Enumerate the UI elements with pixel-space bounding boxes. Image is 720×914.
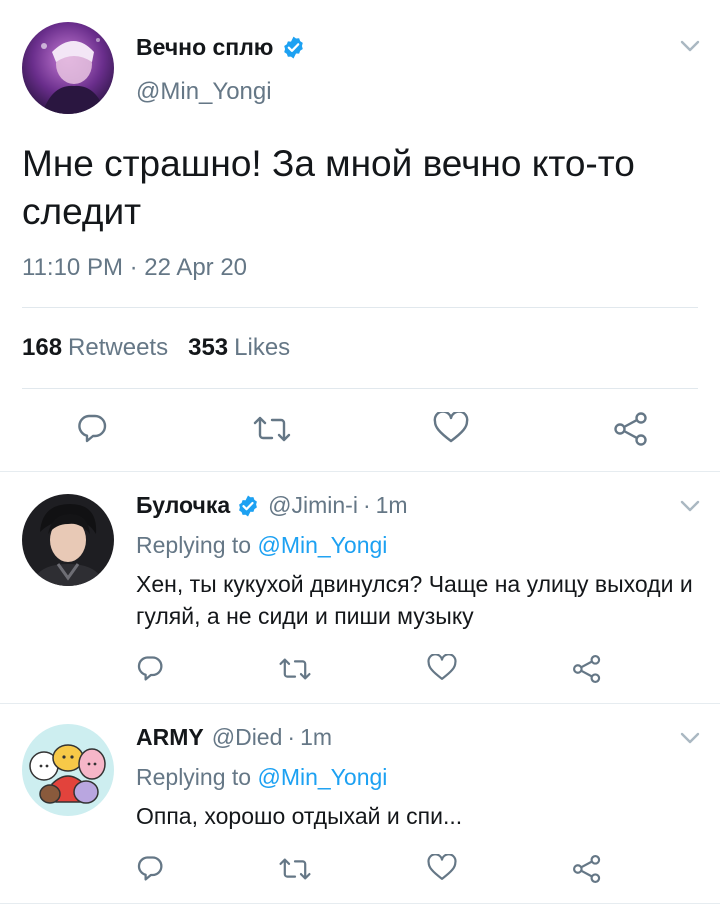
retweets-label: Retweets: [68, 334, 169, 361]
heart-icon: [433, 412, 469, 443]
tweet-timestamp[interactable]: 11:10 PM · 22 Apr 20: [22, 254, 247, 282]
share-icon: [573, 655, 601, 684]
heart-icon: [427, 854, 457, 880]
reply-icon: [78, 414, 107, 443]
replying-to: Replying to @Min_Yongi: [136, 532, 387, 559]
user-handle[interactable]: @Jimin-i: [268, 492, 358, 519]
share-button[interactable]: [572, 654, 602, 684]
display-name[interactable]: Булочка: [136, 492, 230, 519]
display-name[interactable]: ARMY: [136, 724, 204, 751]
reply-text: Оппа, хорошо отдыхай и спи...: [136, 803, 463, 829]
retweets-stat[interactable]: 168 Retweets: [22, 334, 168, 362]
reply-text: Хен, ты кукухой двинулся? Чаще на улицу …: [136, 571, 693, 629]
display-name[interactable]: Вечно сплю: [136, 34, 273, 61]
avatar[interactable]: [22, 494, 114, 586]
avatar[interactable]: [22, 724, 114, 816]
divider: [22, 307, 698, 308]
chevron-down-icon[interactable]: [680, 40, 700, 52]
divider: [22, 388, 698, 389]
reply-time[interactable]: 1m: [300, 724, 332, 751]
user-handle[interactable]: @Died: [212, 724, 283, 751]
reply-tweet[interactable]: ARMY @Died · 1m Replying to @Min_Yongi О…: [0, 704, 720, 904]
reply-header: Булочка @Jimin-i · 1m: [136, 492, 408, 519]
tweet-text: Мне страшно! За мной вечно кто-то следит: [22, 143, 635, 232]
like-button[interactable]: [427, 854, 457, 882]
retweet-icon: [279, 858, 311, 880]
replying-to-link[interactable]: @Min_Yongi: [257, 764, 387, 790]
share-icon: [614, 412, 647, 446]
reply-icon: [137, 856, 163, 881]
tweet-stats: 168 Retweets 353 Likes: [22, 334, 290, 362]
replying-to: Replying to @Min_Yongi: [136, 764, 387, 791]
user-photo-icon: [22, 22, 114, 114]
replying-prefix: Replying to: [136, 764, 252, 790]
reply-tweet[interactable]: Булочка @Jimin-i · 1m Replying to @Min_Y…: [0, 472, 720, 704]
display-name-row[interactable]: Вечно сплю: [136, 34, 306, 61]
retweet-button[interactable]: [278, 656, 312, 682]
chevron-down-icon[interactable]: [680, 732, 700, 744]
likes-count: 353: [188, 334, 229, 361]
separator: ·: [287, 724, 296, 750]
chevron-down-icon[interactable]: [680, 500, 700, 512]
retweet-button[interactable]: [278, 856, 312, 882]
likes-label: Likes: [234, 334, 291, 361]
retweet-icon: [279, 658, 311, 680]
cartoon-characters-icon: [22, 724, 114, 816]
share-button[interactable]: [572, 854, 602, 884]
reply-time[interactable]: 1m: [376, 492, 408, 519]
reply-button[interactable]: [136, 854, 164, 882]
reply-button[interactable]: [136, 654, 164, 682]
heart-icon: [427, 654, 457, 680]
replying-prefix: Replying to: [136, 532, 252, 558]
retweet-button[interactable]: [252, 414, 292, 444]
share-button[interactable]: [613, 412, 649, 446]
user-handle[interactable]: @Min_Yongi: [136, 78, 272, 106]
reply-button[interactable]: [76, 412, 108, 444]
like-button[interactable]: [427, 654, 457, 682]
share-icon: [573, 855, 601, 884]
retweets-count: 168: [22, 334, 63, 361]
replying-to-link[interactable]: @Min_Yongi: [257, 532, 387, 558]
reply-icon: [137, 656, 163, 681]
verified-badge-icon: [239, 495, 258, 516]
user-photo-icon: [22, 494, 114, 586]
separator: ·: [362, 492, 371, 518]
like-button[interactable]: [433, 412, 469, 444]
reply-header: ARMY @Died · 1m: [136, 724, 332, 751]
likes-stat[interactable]: 353 Likes: [188, 334, 290, 362]
main-tweet: Вечно сплю @Min_Yongi Мне страшно! За мн…: [0, 0, 720, 472]
retweet-icon: [253, 416, 291, 442]
avatar[interactable]: [22, 22, 114, 114]
verified-badge-icon: [284, 36, 304, 59]
